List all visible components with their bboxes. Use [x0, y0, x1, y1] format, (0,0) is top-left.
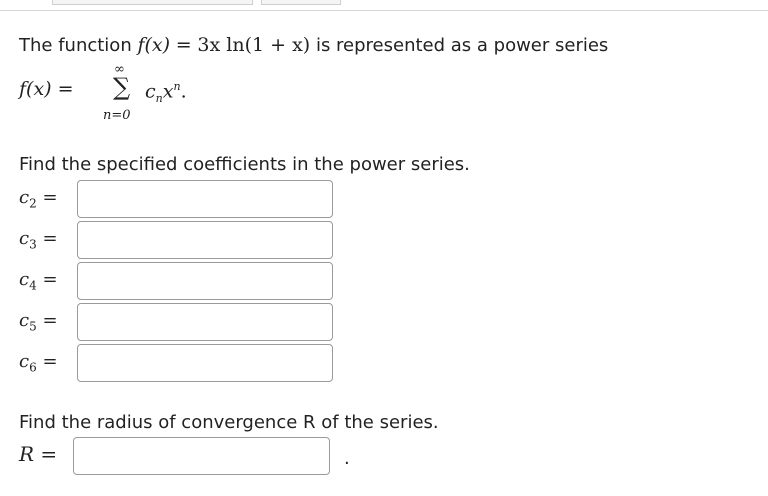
c6-answer-input[interactable]	[77, 344, 333, 382]
coefficient-label: c3 =	[19, 228, 58, 252]
series-term: cnxn.	[145, 80, 187, 106]
tab-right[interactable]	[261, 0, 341, 5]
trailing-period: .	[344, 448, 350, 469]
coefficients-heading: Find the specified coefficients in the p…	[19, 154, 470, 175]
power-series-formula: f(x) = ∞ ∑ n=0 cnxn.	[19, 62, 319, 128]
series-lhs: f(x) =	[19, 78, 74, 100]
intro-suffix: is represented as a power series	[310, 35, 609, 56]
c4-answer-input[interactable]	[77, 262, 333, 300]
c5-answer-input[interactable]	[77, 303, 333, 341]
coefficient-label: c6 =	[19, 351, 58, 375]
intro-prefix: The function	[19, 35, 138, 56]
radius-answer-input[interactable]	[73, 437, 330, 475]
top-tab-strip	[0, 0, 768, 11]
radius-label: R =	[19, 442, 58, 466]
summation-symbol: ∑	[113, 73, 131, 101]
coefficient-label: c4 =	[19, 269, 58, 293]
equals-sign: =	[175, 34, 192, 56]
function-rhs: 3x ln(1 + x)	[197, 34, 311, 56]
function-lhs: f(x)	[137, 34, 171, 56]
c2-answer-input[interactable]	[77, 180, 333, 218]
problem-statement: The function f(x) = 3x ln(1 + x) is repr…	[19, 30, 608, 61]
c3-answer-input[interactable]	[77, 221, 333, 259]
coefficient-label: c5 =	[19, 310, 58, 334]
sum-lower-limit: n=0	[103, 108, 131, 123]
radius-heading: Find the radius of convergence R of the …	[19, 412, 439, 433]
coefficient-label: c2 =	[19, 187, 58, 211]
tab-left[interactable]	[52, 0, 253, 5]
